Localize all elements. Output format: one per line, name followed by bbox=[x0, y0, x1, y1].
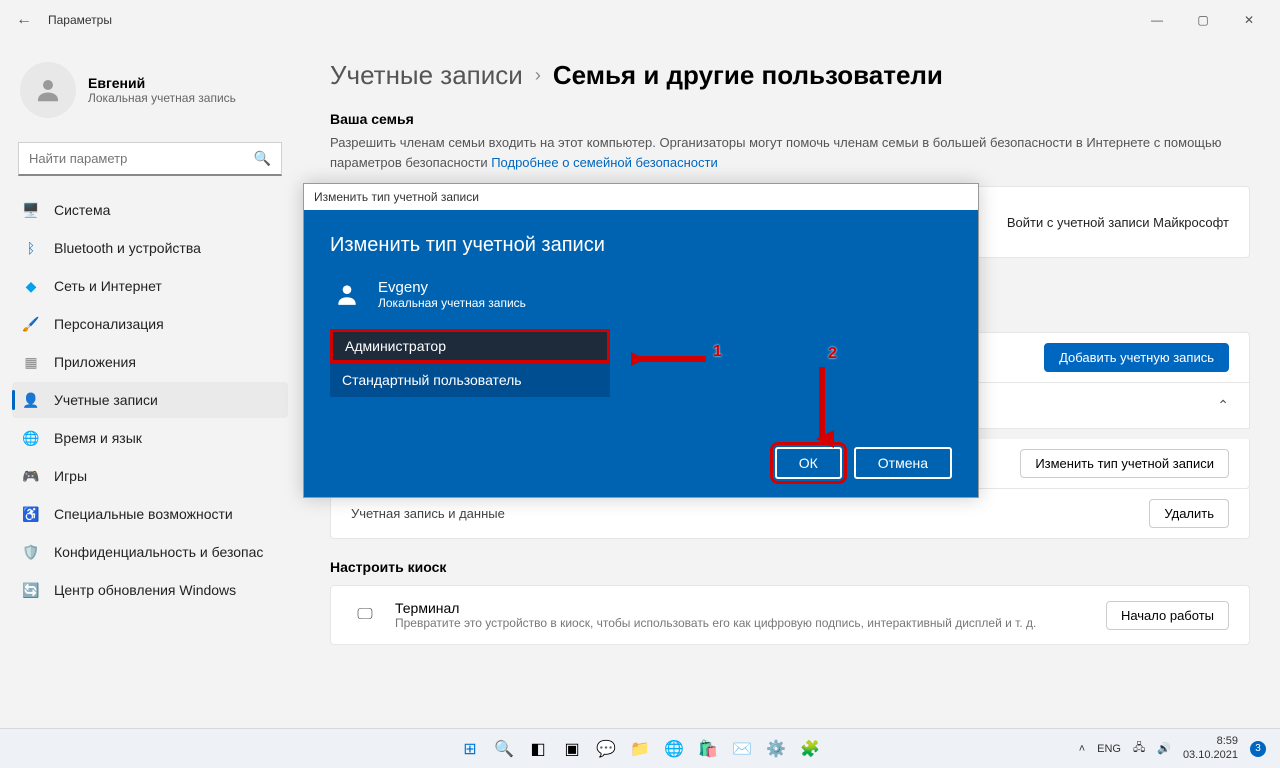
mail-icon[interactable]: ✉️ bbox=[728, 735, 756, 763]
kiosk-icon: 🖵 bbox=[351, 606, 379, 624]
nav-label: Конфиденциальность и безопас bbox=[54, 544, 263, 560]
store-icon[interactable]: 🛍️ bbox=[694, 735, 722, 763]
sidebar: Евгений Локальная учетная запись 🔍 🖥️ Сис… bbox=[0, 40, 300, 728]
kiosk-card: 🖵 Терминал Превратите это устройство в к… bbox=[330, 585, 1250, 645]
sidebar-item-10[interactable]: 🔄 Центр обновления Windows bbox=[12, 572, 288, 608]
dialog-user-info: Evgeny Локальная учетная запись bbox=[330, 277, 952, 311]
notification-badge[interactable]: 3 bbox=[1250, 741, 1266, 757]
nav-icon: ᛒ bbox=[22, 239, 40, 257]
sidebar-item-7[interactable]: 🎮 Игры bbox=[12, 458, 288, 494]
nav-label: Персонализация bbox=[54, 316, 164, 332]
nav-icon: 🌐 bbox=[22, 429, 40, 447]
account-type-dropdown[interactable]: Администратор Стандартный пользователь bbox=[330, 329, 610, 397]
tray-chevron-icon[interactable]: ˄ bbox=[1079, 743, 1085, 755]
nav-label: Приложения bbox=[54, 354, 136, 370]
nav-icon: 🛡️ bbox=[22, 543, 40, 561]
nav-label: Система bbox=[54, 202, 110, 218]
nav-icon: 🎮 bbox=[22, 467, 40, 485]
add-account-button[interactable]: Добавить учетную запись bbox=[1044, 343, 1229, 372]
search-taskbar-icon[interactable]: 🔍 bbox=[490, 735, 518, 763]
app-icon[interactable]: 🧩 bbox=[796, 735, 824, 763]
family-learn-more-link[interactable]: Подробнее о семейной безопасности bbox=[491, 155, 718, 170]
remove-account-button[interactable]: Удалить bbox=[1149, 499, 1229, 528]
sidebar-item-1[interactable]: ᛒ Bluetooth и устройства bbox=[12, 230, 288, 266]
dialog-user-type: Локальная учетная запись bbox=[378, 296, 526, 310]
search-input[interactable] bbox=[29, 151, 254, 166]
kiosk-start-button[interactable]: Начало работы bbox=[1106, 601, 1229, 630]
sidebar-item-8[interactable]: ♿ Специальные возможности bbox=[12, 496, 288, 532]
breadcrumb-current: Семья и другие пользователи bbox=[553, 60, 943, 91]
edge-icon[interactable]: 🌐 bbox=[660, 735, 688, 763]
sidebar-item-0[interactable]: 🖥️ Система bbox=[12, 192, 288, 228]
clock[interactable]: 8:59 03.10.2021 bbox=[1183, 735, 1238, 761]
nav-icon: ♿ bbox=[22, 505, 40, 523]
user-name: Евгений bbox=[88, 75, 236, 91]
volume-icon[interactable]: 🔊 bbox=[1157, 742, 1171, 755]
cancel-button[interactable]: Отмена bbox=[854, 447, 952, 479]
dialog-heading: Изменить тип учетной записи bbox=[330, 234, 952, 257]
option-standard-user[interactable]: Стандартный пользователь bbox=[330, 363, 610, 397]
user-type: Локальная учетная запись bbox=[88, 91, 236, 105]
chevron-up-icon: ⌃ bbox=[1217, 397, 1229, 414]
breadcrumb: Учетные записи › Семья и другие пользова… bbox=[330, 60, 1250, 91]
start-button[interactable]: ⊞ bbox=[456, 735, 484, 763]
nav-icon: ◆ bbox=[22, 277, 40, 295]
task-view-icon[interactable]: ◧ bbox=[524, 735, 552, 763]
network-icon[interactable]: 🖧 bbox=[1133, 739, 1145, 758]
family-signin-label: Войти с учетной записи Майкрософт bbox=[1007, 215, 1229, 230]
settings-taskbar-icon[interactable]: ⚙️ bbox=[762, 735, 790, 763]
kiosk-section-title: Настроить киоск bbox=[330, 559, 1250, 575]
nav-label: Игры bbox=[54, 468, 87, 484]
sidebar-item-2[interactable]: ◆ Сеть и Интернет bbox=[12, 268, 288, 304]
widgets-icon[interactable]: ▣ bbox=[558, 735, 586, 763]
maximize-button[interactable]: ▢ bbox=[1180, 4, 1226, 36]
language-indicator[interactable]: ENG bbox=[1097, 743, 1121, 755]
annotation-number-1: 1 bbox=[713, 343, 722, 361]
sidebar-item-6[interactable]: 🌐 Время и язык bbox=[12, 420, 288, 456]
nav-label: Специальные возможности bbox=[54, 506, 233, 522]
annotation-arrow-2 bbox=[810, 359, 834, 449]
sidebar-item-4[interactable]: ▦ Приложения bbox=[12, 344, 288, 380]
window-title: Параметры bbox=[48, 13, 112, 27]
kiosk-card-title: Терминал bbox=[395, 600, 1106, 616]
kiosk-card-desc: Превратите это устройство в киоск, чтобы… bbox=[395, 616, 1106, 630]
dialog-user-name: Evgeny bbox=[378, 279, 526, 296]
ok-button[interactable]: ОК bbox=[775, 447, 842, 479]
family-section-title: Ваша семья bbox=[330, 111, 1250, 127]
nav-label: Центр обновления Windows bbox=[54, 582, 236, 598]
chevron-right-icon: › bbox=[535, 65, 541, 86]
nav-label: Время и язык bbox=[54, 430, 142, 446]
current-user-block[interactable]: Евгений Локальная учетная запись bbox=[12, 50, 288, 138]
option-administrator[interactable]: Администратор bbox=[330, 329, 610, 363]
nav-icon: 👤 bbox=[22, 391, 40, 409]
chat-icon[interactable]: 💬 bbox=[592, 735, 620, 763]
search-icon: 🔍 bbox=[254, 150, 271, 167]
change-account-type-dialog: Изменить тип учетной записи Изменить тип… bbox=[303, 183, 979, 498]
family-section-desc: Разрешить членам семьи входить на этот к… bbox=[330, 133, 1250, 172]
annotation-number-2: 2 bbox=[828, 345, 837, 363]
sidebar-item-9[interactable]: 🛡️ Конфиденциальность и безопас bbox=[12, 534, 288, 570]
avatar-icon bbox=[20, 62, 76, 118]
taskbar: ⊞ 🔍 ◧ ▣ 💬 📁 🌐 🛍️ ✉️ ⚙️ 🧩 ˄ ENG 🖧 🔊 8:59 … bbox=[0, 728, 1280, 768]
annotation-arrow-1 bbox=[631, 347, 711, 371]
account-data-label: Учетная запись и данные bbox=[351, 506, 505, 521]
nav-label: Учетные записи bbox=[54, 392, 158, 408]
nav-icon: ▦ bbox=[22, 353, 40, 371]
explorer-icon[interactable]: 📁 bbox=[626, 735, 654, 763]
nav-icon: 🖌️ bbox=[22, 315, 40, 333]
minimize-button[interactable]: ― bbox=[1134, 4, 1180, 36]
sidebar-item-5[interactable]: 👤 Учетные записи bbox=[12, 382, 288, 418]
user-icon bbox=[330, 277, 364, 311]
nav-label: Bluetooth и устройства bbox=[54, 240, 201, 256]
change-account-type-button[interactable]: Изменить тип учетной записи bbox=[1020, 449, 1229, 478]
nav-icon: 🖥️ bbox=[22, 201, 40, 219]
breadcrumb-parent[interactable]: Учетные записи bbox=[330, 60, 523, 91]
back-button[interactable]: ← bbox=[8, 4, 40, 36]
nav-label: Сеть и Интернет bbox=[54, 278, 162, 294]
dialog-titlebar: Изменить тип учетной записи bbox=[304, 184, 978, 210]
close-button[interactable]: ✕ bbox=[1226, 4, 1272, 36]
sidebar-item-3[interactable]: 🖌️ Персонализация bbox=[12, 306, 288, 342]
nav-icon: 🔄 bbox=[22, 581, 40, 599]
search-box[interactable]: 🔍 bbox=[18, 142, 282, 176]
